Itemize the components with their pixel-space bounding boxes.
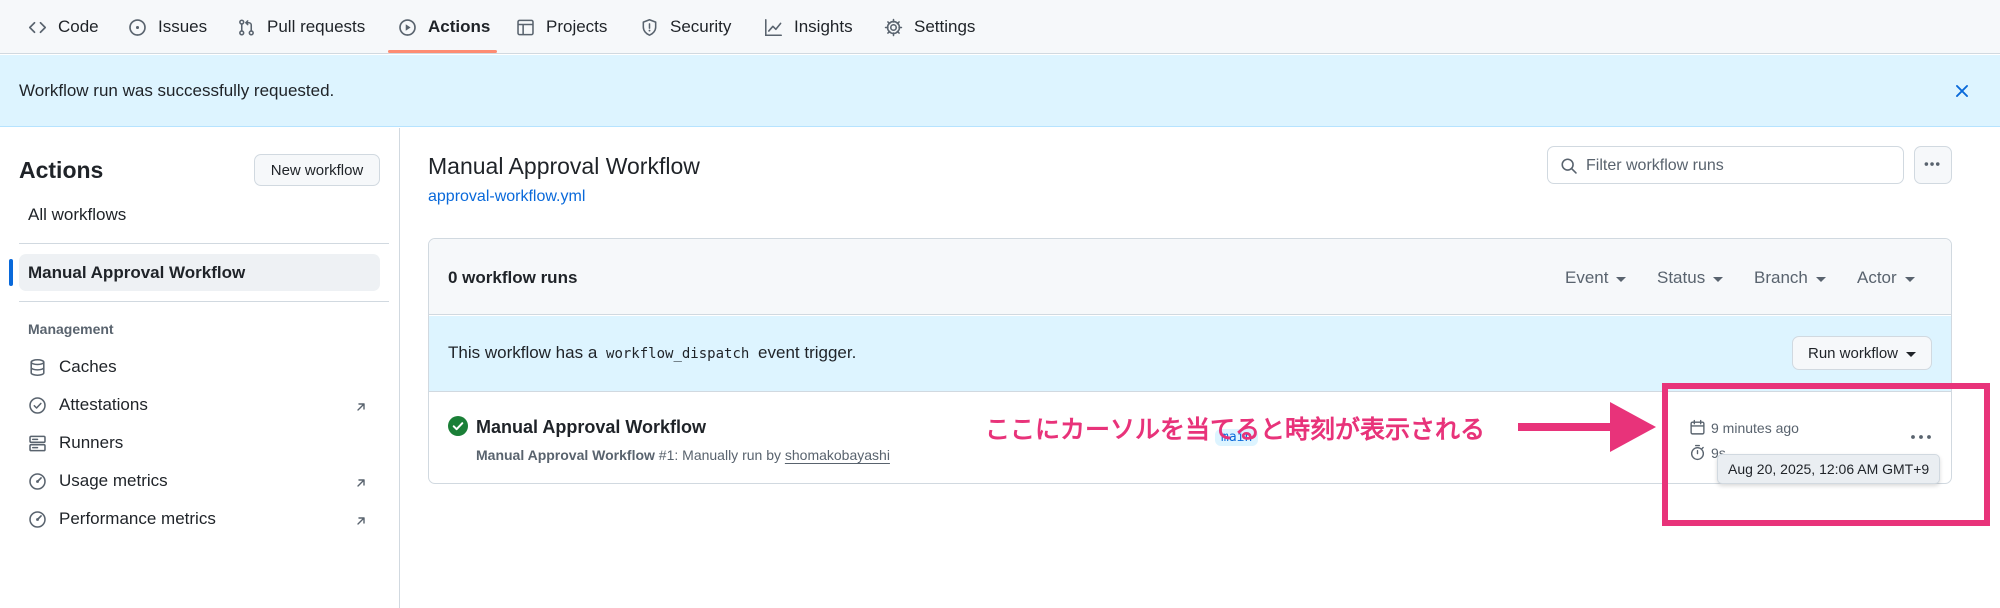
sidebar-separator [19, 243, 389, 244]
arrow-up-right-icon [353, 475, 369, 491]
verified-icon [28, 396, 47, 415]
filter-event[interactable]: Event [1565, 268, 1627, 288]
flash-message: Workflow run was successfully requested. [19, 81, 335, 100]
runs-header: 0 workflow runs Event Status Branch Acto… [429, 239, 1951, 315]
annotation-highlight-box [1662, 383, 1990, 526]
attestations-label: Attestations [59, 395, 148, 414]
triangle-down-icon [1616, 276, 1627, 282]
run-meta-text: : Manually run by [674, 447, 781, 463]
filter-status[interactable]: Status [1657, 268, 1724, 288]
sidebar-item-performance-metrics[interactable]: Performance metrics [28, 509, 216, 529]
play-circle-icon [398, 18, 417, 37]
active-tab-indicator [388, 50, 497, 53]
caches-label: Caches [59, 357, 117, 376]
annotation-arrow-icon [1518, 400, 1658, 454]
tab-projects[interactable]: Projects [516, 0, 607, 54]
tab-pull-requests-label: Pull requests [267, 17, 366, 36]
filter-status-label: Status [1657, 268, 1706, 287]
server-icon [28, 434, 47, 453]
annotation-text: ここにカーソルを当てると時刻が表示される [985, 416, 1486, 444]
dispatch-message: This workflow has a workflow_dispatch ev… [448, 343, 856, 363]
dispatch-banner: This workflow has a workflow_dispatch ev… [429, 316, 1951, 392]
run-title[interactable]: Manual Approval Workflow [476, 417, 706, 438]
issue-circle-icon [128, 18, 147, 37]
tab-security[interactable]: Security [640, 0, 731, 54]
kebab-horizontal-icon [1924, 162, 1940, 166]
gear-icon [884, 18, 903, 37]
filter-runs-input[interactable]: Filter workflow runs [1547, 146, 1904, 184]
arrow-up-right-icon [353, 399, 369, 415]
all-workflows-label: All workflows [28, 205, 127, 224]
run-workflow-label: Run workflow [1807, 344, 1899, 362]
management-heading: Management [28, 321, 114, 337]
tab-pull-requests[interactable]: Pull requests [237, 0, 365, 54]
sidebar-divider [399, 128, 400, 608]
tab-code-label: Code [58, 17, 99, 36]
workflow-options-button[interactable] [1914, 146, 1952, 184]
dispatch-suffix: event trigger. [758, 343, 857, 362]
sidebar-selected-indicator [9, 259, 13, 286]
tab-actions[interactable]: Actions [398, 0, 490, 54]
filter-event-label: Event [1565, 268, 1609, 287]
search-placeholder: Filter workflow runs [1586, 157, 1724, 174]
dispatch-prefix: This workflow has a [448, 343, 598, 362]
shield-icon [640, 18, 659, 37]
check-circle-icon [448, 416, 468, 436]
selected-workflow-label: Manual Approval Workflow [28, 263, 246, 282]
run-meta: Manual Approval Workflow #1: Manually ru… [476, 447, 890, 463]
tab-issues-label: Issues [158, 17, 208, 36]
filter-actor-label: Actor [1857, 268, 1897, 287]
triangle-down-icon [1904, 276, 1915, 282]
meter-icon [28, 510, 47, 529]
triangle-down-icon [1713, 276, 1724, 282]
sidebar-item-attestations[interactable]: Attestations [28, 395, 148, 415]
sidebar-item-all-workflows[interactable]: All workflows [28, 205, 126, 225]
tab-security-label: Security [670, 17, 732, 36]
run-count: 0 workflow runs [448, 268, 578, 287]
new-workflow-button[interactable]: New workflow [254, 154, 380, 186]
run-meta-number: #1 [658, 447, 675, 463]
dispatch-code: workflow_dispatch [606, 346, 750, 362]
x-icon[interactable] [1953, 82, 1971, 100]
sidebar-item-caches[interactable]: Caches [28, 357, 117, 377]
runners-label: Runners [59, 433, 124, 452]
run-meta-workflow: Manual Approval Workflow [476, 447, 655, 463]
sidebar-separator [19, 301, 389, 302]
filter-branch-label: Branch [1754, 268, 1808, 287]
sidebar-item-usage-metrics[interactable]: Usage metrics [28, 471, 168, 491]
filter-branch[interactable]: Branch [1754, 268, 1826, 288]
table-icon [516, 18, 535, 37]
tab-settings[interactable]: Settings [884, 0, 975, 54]
meter-icon [28, 472, 47, 491]
sidebar-title: Actions [19, 157, 104, 183]
performance-metrics-label: Performance metrics [59, 509, 216, 528]
database-icon [28, 358, 47, 377]
arrow-up-right-icon [353, 513, 369, 529]
tab-issues[interactable]: Issues [128, 0, 207, 54]
workflow-file-link[interactable]: approval-workflow.yml [428, 188, 585, 206]
tab-settings-label: Settings [914, 17, 976, 36]
sidebar-item-runners[interactable]: Runners [28, 433, 123, 453]
tab-code[interactable]: Code [28, 0, 99, 54]
tab-actions-label: Actions [428, 17, 491, 36]
code-icon [28, 18, 47, 37]
flash-banner: Workflow run was successfully requested. [0, 55, 2000, 127]
triangle-down-icon [1906, 351, 1917, 357]
pull-request-icon [237, 18, 256, 37]
tab-insights[interactable]: Insights [764, 0, 853, 54]
run-actor-link[interactable]: shomakobayashi [785, 447, 890, 463]
run-workflow-button[interactable]: Run workflow [1792, 336, 1932, 370]
new-workflow-label: New workflow [270, 161, 364, 179]
tab-projects-label: Projects [546, 17, 608, 36]
usage-metrics-label: Usage metrics [59, 471, 168, 490]
page-title: Manual Approval Workflow [428, 153, 700, 179]
repo-nav: Code Issues Pull requests Actions Projec… [0, 0, 2000, 54]
sidebar-item-manual-approval-workflow[interactable]: Manual Approval Workflow [28, 263, 245, 283]
filter-actor[interactable]: Actor [1857, 268, 1915, 288]
triangle-down-icon [1815, 276, 1826, 282]
graph-icon [764, 18, 783, 37]
tab-insights-label: Insights [794, 17, 853, 36]
